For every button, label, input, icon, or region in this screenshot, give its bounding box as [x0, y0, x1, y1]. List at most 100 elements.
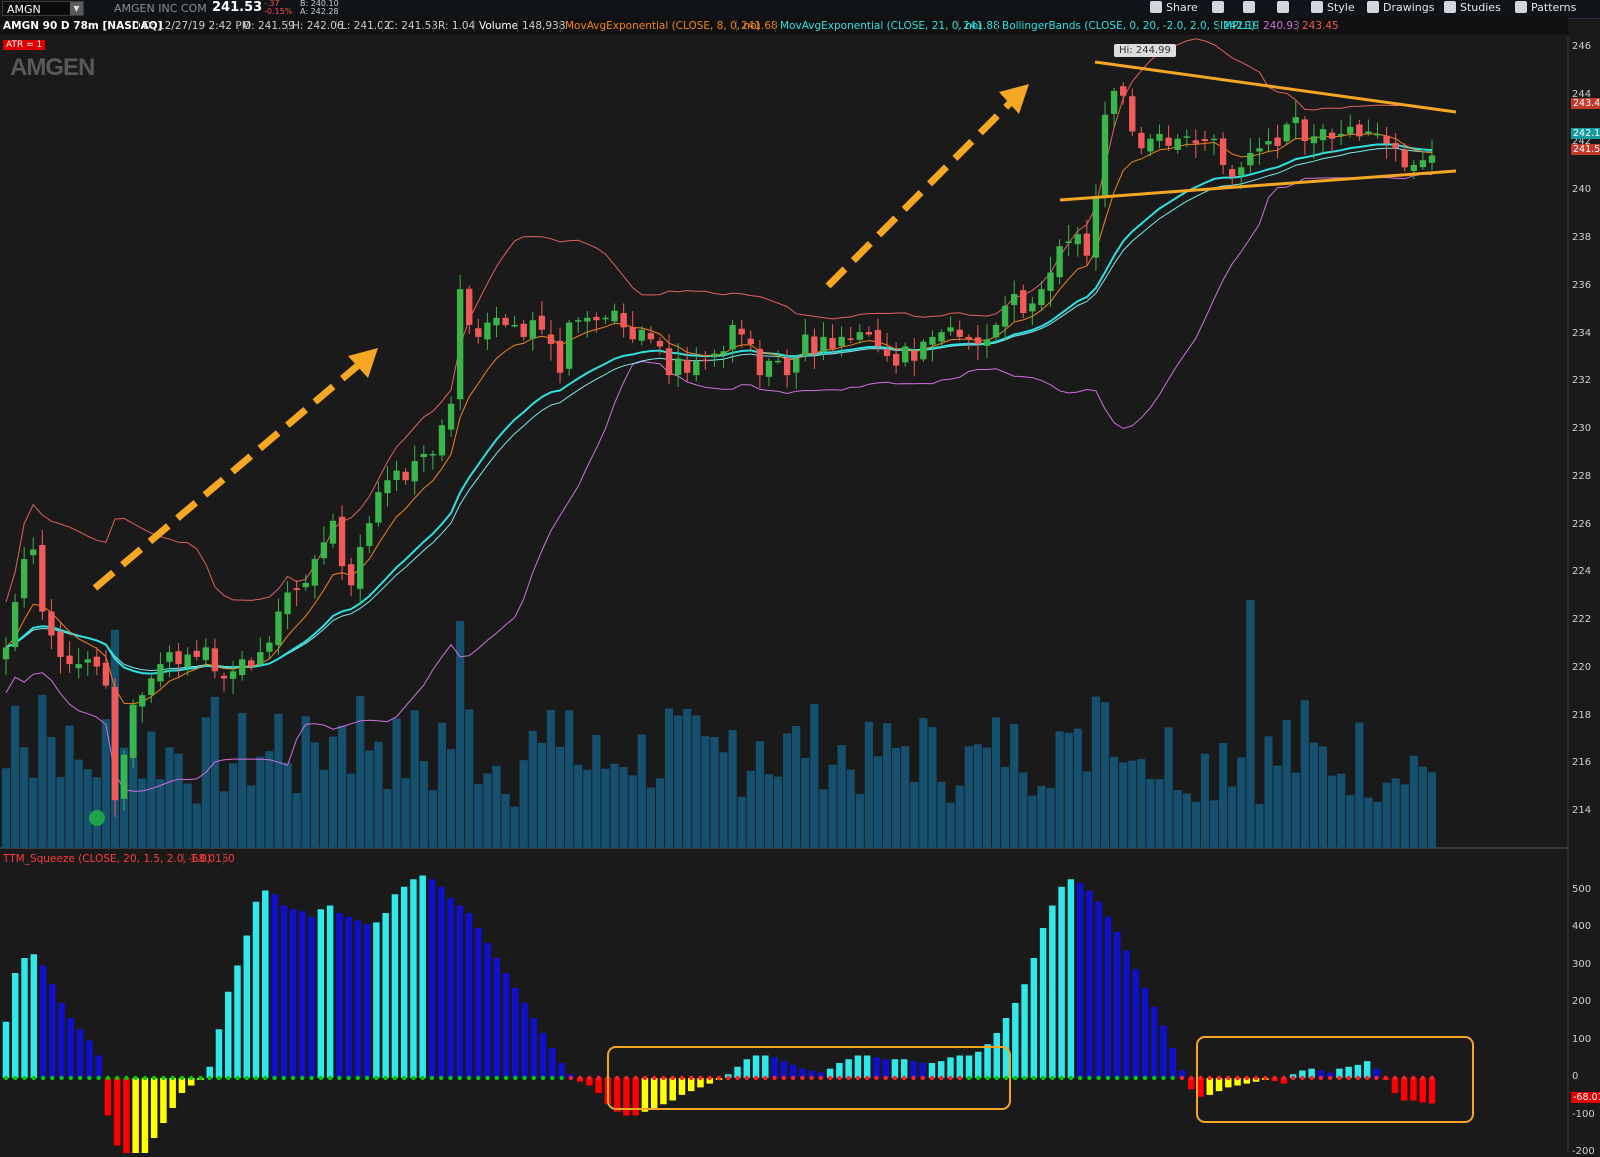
volume-bar: [892, 747, 901, 848]
squeeze-dot: [1281, 1075, 1287, 1081]
candle-body: [1319, 129, 1327, 141]
candle-body: [638, 329, 645, 341]
squeeze-bar: [373, 922, 380, 1078]
squeeze-dot: [513, 1075, 518, 1081]
candle-body: [656, 340, 664, 347]
volume-bar: [764, 774, 774, 848]
squeeze-bar: [984, 1044, 991, 1078]
squeeze-dot: [670, 1075, 675, 1081]
volume-bar: [1137, 759, 1146, 848]
volume-bar: [783, 733, 792, 848]
squeeze-dot: [318, 1075, 324, 1081]
squeeze-dot: [124, 1075, 129, 1081]
squeeze-bar: [1141, 988, 1149, 1078]
candle-body: [693, 360, 700, 376]
volume-bar: [219, 791, 229, 848]
volume-bar: [138, 778, 147, 848]
squeeze-bar: [234, 965, 241, 1078]
squeeze-dot: [503, 1075, 509, 1081]
squeeze-dot: [374, 1075, 379, 1081]
candle-body: [611, 310, 618, 322]
candle-body: [947, 327, 954, 332]
squeeze-dot: [1290, 1075, 1296, 1081]
volume-bar: [882, 723, 892, 848]
squeeze-bar: [363, 924, 371, 1078]
candle-body: [193, 650, 200, 657]
volume-bar: [1309, 742, 1319, 848]
candle-body: [1038, 289, 1045, 305]
squeeze-bar: [1076, 883, 1084, 1078]
volume-bar: [1400, 784, 1409, 848]
squeeze-dot: [401, 1075, 407, 1081]
volume-bar: [964, 746, 973, 848]
candle-body: [856, 332, 863, 340]
squeeze-dot: [383, 1075, 388, 1081]
squeeze-bar: [1039, 928, 1047, 1078]
squeeze-bar: [1132, 969, 1139, 1078]
squeeze-bar: [410, 879, 417, 1078]
squeeze-dot: [800, 1075, 805, 1081]
volume-bar: [855, 794, 864, 848]
candle-body: [929, 336, 936, 345]
last-price-tag: 241.53: [1571, 144, 1600, 155]
squeeze-bar: [1206, 1078, 1214, 1095]
squeeze-bar: [141, 1078, 149, 1153]
volume-bar: [165, 747, 174, 848]
candle-body: [1047, 272, 1054, 291]
volume-bar: [265, 751, 274, 848]
volume-bar: [83, 769, 92, 848]
chart-canvas[interactable]: [0, 0, 1600, 1153]
candle-body: [139, 695, 146, 707]
volume-bar: [183, 783, 192, 848]
squeeze-dot: [429, 1075, 435, 1081]
squeeze-bar: [1428, 1078, 1436, 1104]
candle-body: [111, 686, 119, 801]
squeeze-label: TTM_Squeeze (CLOSE, 20, 1.5, 2.0, 1.0): [3, 853, 211, 865]
volume-bar: [256, 756, 265, 848]
candle-body: [1020, 290, 1027, 314]
volume-bar: [274, 713, 283, 848]
volume-bar: [1291, 772, 1300, 848]
squeeze-value: -68.015: [183, 853, 229, 865]
candle-body: [838, 336, 845, 347]
squeeze-dot: [290, 1075, 296, 1081]
candle-body: [738, 328, 745, 335]
candle-body: [120, 754, 128, 799]
candle-body: [820, 336, 827, 352]
squeeze-bar: [882, 1059, 889, 1078]
squeeze-dot: [587, 1075, 592, 1081]
squeeze-dot: [96, 1075, 101, 1081]
squeeze-dot: [1383, 1075, 1388, 1081]
volume-bar: [919, 718, 928, 848]
candle-body: [1265, 141, 1272, 145]
volume-bar: [637, 734, 646, 848]
volume-bar: [510, 806, 519, 848]
volume-bar: [1382, 782, 1391, 848]
squeeze-dot: [911, 1075, 916, 1081]
squeeze-dot: [624, 1075, 629, 1081]
volume-bar: [301, 716, 310, 848]
squeeze-bar: [780, 1061, 788, 1078]
squeeze-dot: [1068, 1075, 1074, 1081]
volume-bar: [1346, 795, 1355, 848]
squeeze-bar: [558, 1063, 565, 1078]
volume-bar: [728, 729, 737, 848]
squeeze-dot: [540, 1075, 546, 1081]
volume-bar: [683, 708, 692, 848]
squeeze-bar: [1012, 1003, 1019, 1078]
candle-body: [1129, 96, 1136, 132]
squeeze-dot: [846, 1075, 851, 1081]
price-tick-label: 228: [1572, 470, 1592, 482]
squeeze-dot: [1216, 1075, 1222, 1081]
squeeze-dot: [1244, 1075, 1250, 1081]
volume-bar: [1146, 778, 1155, 848]
volume-bar: [310, 742, 319, 848]
squeeze-dot: [1105, 1075, 1111, 1081]
volume-bar: [1300, 700, 1309, 848]
squeeze-dot: [226, 1075, 231, 1081]
volume-bar: [1019, 772, 1028, 848]
candle-body: [983, 339, 991, 346]
squeeze-dot: [1300, 1075, 1305, 1081]
candle-body: [1292, 117, 1299, 124]
squeeze-bar: [863, 1055, 871, 1078]
